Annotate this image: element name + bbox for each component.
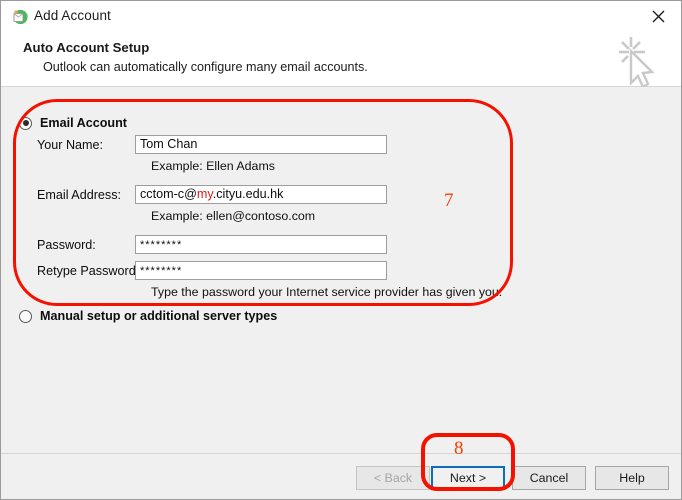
your-name-label: Your Name: (37, 138, 103, 152)
your-name-hint: Example: Ellen Adams (151, 159, 275, 173)
title-bar: Add Account (1, 1, 681, 33)
email-suffix: .cityu.edu.hk (213, 187, 284, 201)
retype-password-label: Retype Password: (37, 264, 139, 278)
outlook-account-icon (10, 8, 28, 26)
help-button[interactable]: Help (595, 466, 669, 490)
email-address-input[interactable]: cctom-c@my.cityu.edu.hk (135, 185, 387, 204)
email-account-radio[interactable]: Email Account (19, 116, 127, 130)
email-account-radio-label: Email Account (40, 116, 127, 130)
password-label: Password: (37, 238, 96, 252)
radio-indicator-manual-setup (19, 310, 32, 323)
next-button[interactable]: Next > (431, 466, 505, 490)
close-icon[interactable] (635, 1, 681, 32)
dialog-footer: < Back Next > Cancel Help (1, 453, 681, 499)
annotation-step-7: 7 (444, 190, 454, 212)
page-title: Auto Account Setup (23, 40, 149, 55)
add-account-dialog: Add Account Auto Account Setup Outlook c… (0, 0, 682, 500)
back-button[interactable]: < Back (356, 466, 430, 490)
password-input[interactable]: ******** (135, 235, 387, 254)
email-prefix: cctom-c@ (140, 187, 197, 201)
email-address-hint: Example: ellen@contoso.com (151, 209, 315, 223)
cancel-button[interactable]: Cancel (512, 466, 586, 490)
password-hint: Type the password your Internet service … (151, 285, 502, 299)
email-address-label: Email Address: (37, 188, 121, 202)
manual-setup-radio-label: Manual setup or additional server types (40, 309, 277, 323)
radio-indicator-email-account (19, 117, 32, 130)
form-body: Email Account Your Name: Tom Chan Exampl… (1, 87, 681, 453)
your-name-input[interactable]: Tom Chan (135, 135, 387, 154)
wizard-header: Auto Account Setup Outlook can automatic… (1, 33, 681, 87)
manual-setup-radio[interactable]: Manual setup or additional server types (19, 309, 277, 323)
retype-password-input[interactable]: ******** (135, 261, 387, 280)
email-highlight: my (197, 187, 213, 201)
window-title: Add Account (34, 8, 111, 23)
page-subtitle: Outlook can automatically configure many… (43, 60, 368, 74)
cursor-sparkle-icon (611, 31, 667, 93)
